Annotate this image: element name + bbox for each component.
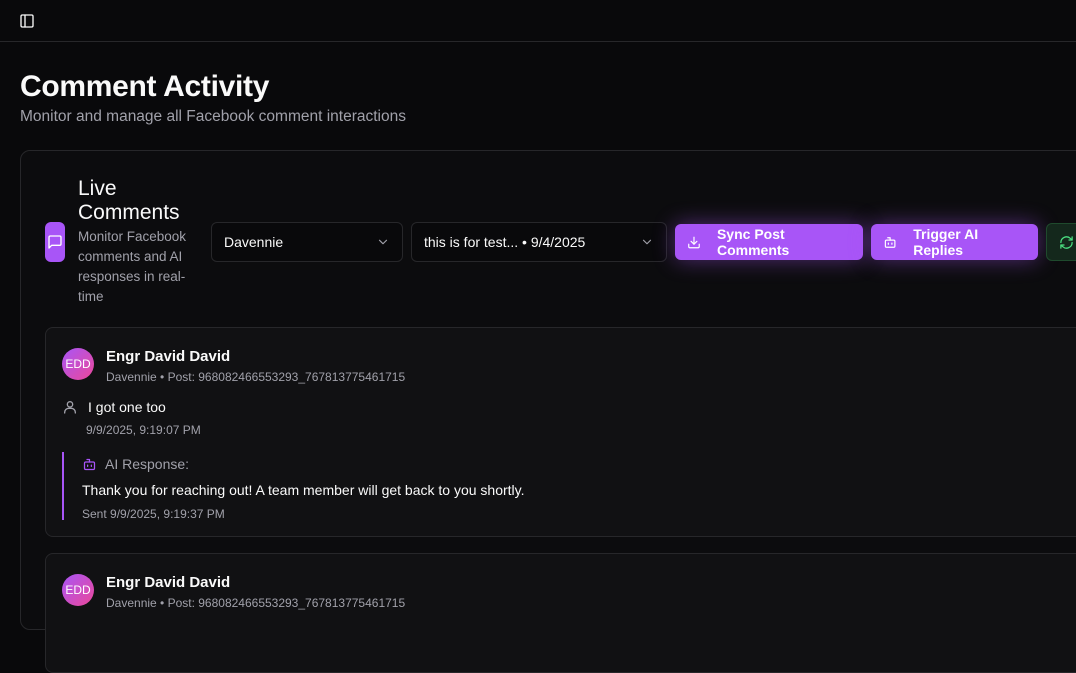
page-select-value: Davennie bbox=[224, 234, 284, 250]
comment-meta: Davennie • Post: 968082466553293_7678137… bbox=[106, 596, 406, 610]
comment-author: Engr David David bbox=[106, 348, 231, 365]
live-comments-header: Live Comments Monitor Facebook comments … bbox=[45, 177, 1076, 307]
live-comments-title: Live Comments bbox=[78, 177, 180, 224]
page-subtitle: Monitor and manage all Facebook comment … bbox=[20, 108, 406, 125]
comment-author: Engr David David bbox=[106, 574, 231, 591]
sync-post-comments-button[interactable]: Sync Post Comments bbox=[675, 224, 863, 260]
comment-message: I got one too bbox=[62, 399, 166, 415]
trigger-ai-replies-label: Trigger AI Replies bbox=[913, 226, 979, 258]
sync-post-comments-label: Sync Post Comments bbox=[716, 226, 790, 258]
ai-response-sent-time: Sent 9/9/2025, 9:19:37 PM bbox=[82, 507, 225, 521]
refresh-button[interactable] bbox=[1046, 223, 1076, 261]
comment-item: EDD Engr David David Davennie • Post: 96… bbox=[45, 327, 1076, 537]
panel-left-icon bbox=[20, 13, 34, 28]
message-square-icon bbox=[48, 235, 62, 249]
bot-icon bbox=[884, 236, 896, 248]
chevron-down-icon bbox=[378, 239, 388, 245]
top-bar bbox=[0, 0, 1076, 42]
post-select-value: this is for test... • 9/4/2025 bbox=[424, 234, 586, 250]
live-comments-description: Monitor Facebook comments and AI respons… bbox=[78, 229, 187, 304]
refresh-icon bbox=[1059, 235, 1073, 249]
comment-text: I got one too bbox=[88, 399, 166, 415]
ai-response-text: Thank you for reaching out! A team membe… bbox=[82, 482, 525, 498]
comment-item: EDD Engr David David Davennie • Post: 96… bbox=[45, 553, 1076, 673]
trigger-ai-replies-button[interactable]: Trigger AI Replies bbox=[871, 224, 1038, 260]
page-title: Comment Activity bbox=[20, 70, 270, 103]
live-comments-heading: Live Comments Monitor Facebook comments … bbox=[78, 177, 196, 307]
ai-response: AI Response: Thank you for reaching out!… bbox=[62, 452, 762, 521]
page-select[interactable]: Davennie bbox=[211, 222, 403, 262]
avatar: EDD bbox=[62, 348, 94, 380]
page-header: Comment Activity Monitor and manage all … bbox=[0, 42, 1076, 126]
sidebar-toggle-button[interactable] bbox=[18, 12, 36, 30]
avatar: EDD bbox=[62, 574, 94, 606]
download-icon bbox=[688, 236, 700, 248]
post-select[interactable]: this is for test... • 9/4/2025 bbox=[411, 222, 667, 262]
comment-time: 9/9/2025, 9:19:07 PM bbox=[86, 423, 201, 437]
ai-response-header: AI Response: bbox=[82, 456, 762, 472]
ai-response-label: AI Response: bbox=[105, 456, 190, 472]
comment-meta: Davennie • Post: 968082466553293_7678137… bbox=[106, 370, 406, 384]
live-comments-icon-badge bbox=[45, 222, 65, 262]
live-comments-card: Live Comments Monitor Facebook comments … bbox=[20, 150, 1076, 673]
bot-icon bbox=[83, 458, 96, 470]
chevron-down-icon bbox=[642, 239, 652, 245]
user-icon bbox=[64, 401, 76, 414]
